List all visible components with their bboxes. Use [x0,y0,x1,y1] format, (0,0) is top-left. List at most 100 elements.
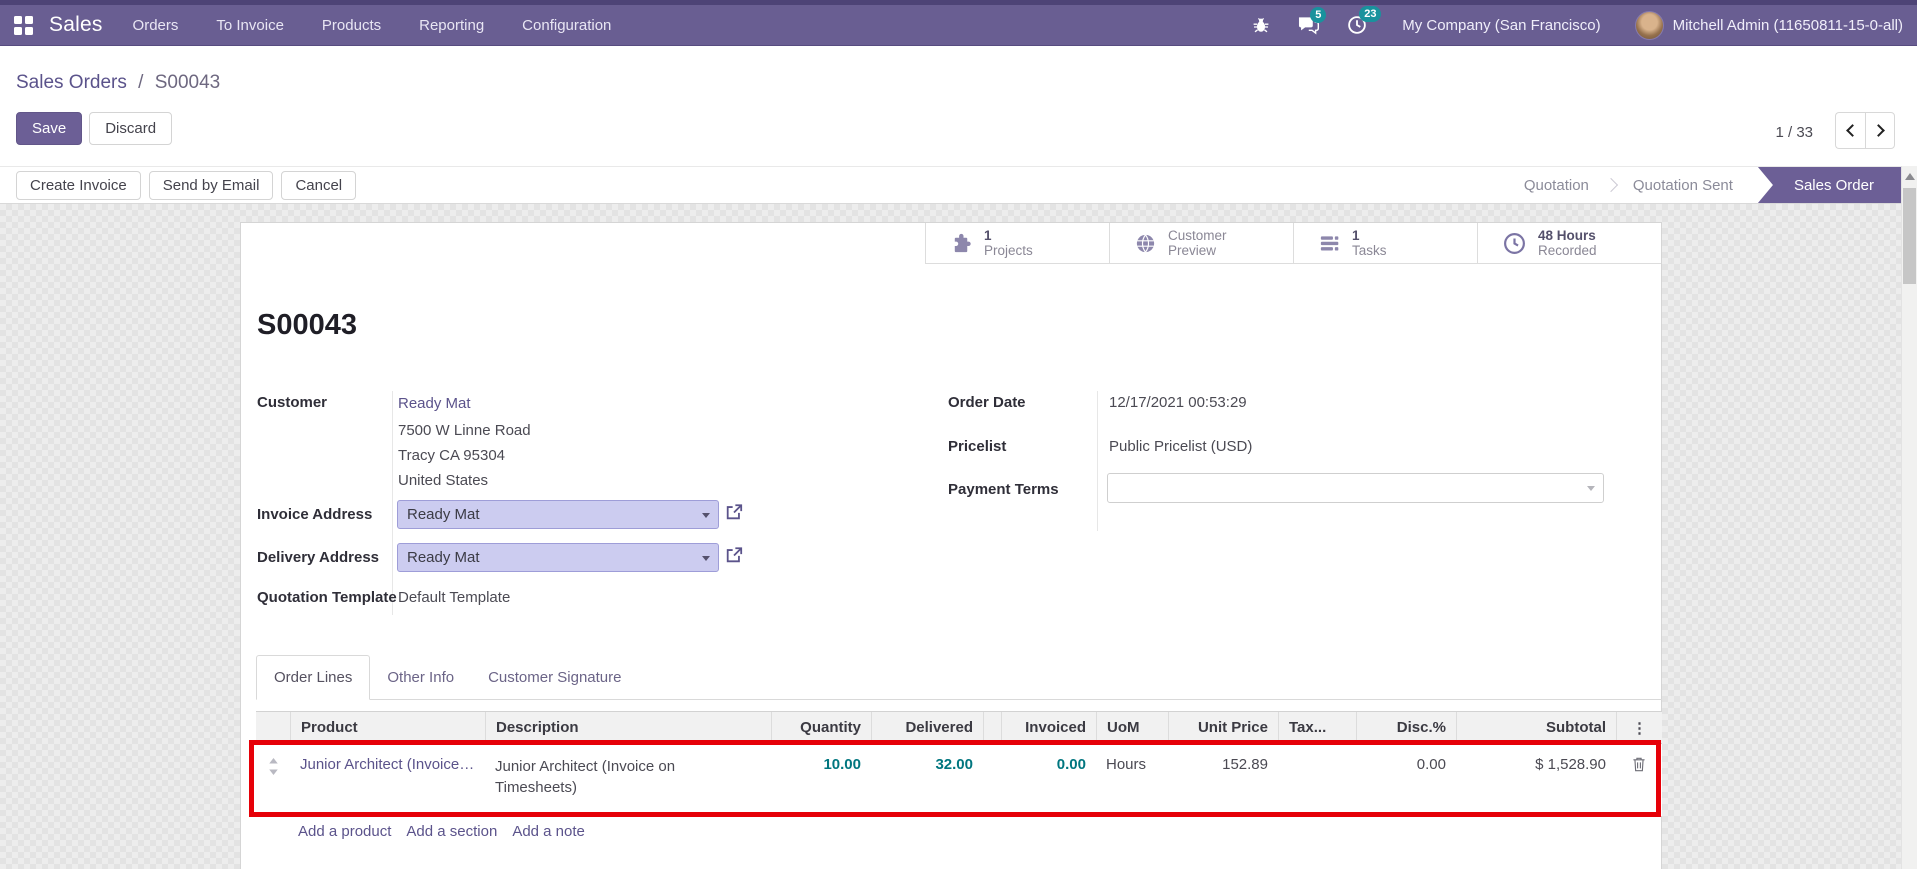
sales-order-page: Sales Orders To Invoice Products Reporti… [0,0,1917,869]
activities-clock-icon[interactable]: 23 [1346,6,1382,36]
delivery-address-select[interactable]: Ready Mat [397,543,719,572]
pager-count: 1 / 33 [1775,124,1813,141]
cell-invoiced[interactable]: 0.00 [1001,744,1096,816]
tab-order-lines[interactable]: Order Lines [256,655,371,700]
stat-button-hours-recorded[interactable]: 48 Hours Recorded [1477,223,1661,263]
breadcrumb-sales-orders[interactable]: Sales Orders [16,72,127,93]
trash-icon [1633,757,1645,772]
cell-uom[interactable]: Hours [1096,744,1168,816]
invoice-address-select[interactable]: Ready Mat [397,500,719,529]
column-description[interactable]: Description [485,712,771,743]
column-subtotal[interactable]: Subtotal [1456,712,1616,743]
user-menu[interactable]: Mitchell Admin (11650811-15-0-all) [1634,10,1903,40]
caret-down-icon [1587,486,1595,491]
stage-sales-order-active[interactable]: Sales Order [1757,167,1901,203]
stat-button-projects[interactable]: 1 Projects [925,223,1109,263]
column-taxes[interactable]: Tax... [1278,712,1356,743]
control-panel: Sales Orders / S00043 Save Discard 1 / 3… [0,46,1917,166]
tab-customer-signature[interactable]: Customer Signature [471,656,638,699]
customer-preview-line2: Preview [1168,243,1217,258]
cell-delivered[interactable]: 32.00 [871,744,983,816]
scrollbar-thumb[interactable] [1903,188,1916,284]
statusbar-row: Create Invoice Send by Email Cancel Quot… [0,166,1901,204]
cell-discount[interactable]: 0.00 [1356,744,1456,816]
scroll-up-arrow-icon[interactable] [1905,173,1915,180]
row-drag-handle[interactable] [256,744,290,816]
caret-down-icon [702,513,710,518]
vertical-scrollbar[interactable] [1901,166,1917,869]
menu-configuration[interactable]: Configuration [522,17,611,34]
menu-reporting[interactable]: Reporting [419,17,484,34]
customer-address-line2: Tracy CA 95304 [398,447,505,464]
pricelist-label: Pricelist [948,438,1007,455]
hours-recorded-value: 48 Hours [1538,227,1596,243]
column-discount[interactable]: Disc.% [1356,712,1456,743]
column-invoiced[interactable]: Invoiced [1001,712,1096,743]
column-quantity[interactable]: Quantity [771,712,871,743]
send-by-email-button[interactable]: Send by Email [148,170,274,200]
add-a-product-link[interactable]: Add a product [298,823,391,840]
tasks-icon [1320,235,1339,250]
stage-separator-icon [1603,177,1618,193]
delivery-address-external-link-icon[interactable] [725,546,743,564]
order-date-value[interactable]: 12/17/2021 00:53:29 [1109,394,1247,411]
column-product[interactable]: Product [290,712,485,743]
delivery-address-label: Delivery Address [257,549,380,566]
company-switcher[interactable]: My Company (San Francisco) [1402,17,1600,34]
cell-product[interactable]: Junior Architect (Invoice on ... [290,744,485,816]
quotation-template-value[interactable]: Default Template [398,589,510,606]
status-pipeline: Quotation Quotation Sent Sales Order [1509,167,1901,203]
apps-menu-icon[interactable] [14,15,33,35]
save-button[interactable]: Save [16,112,83,145]
column-unit-price[interactable]: Unit Price [1168,712,1278,743]
payment-terms-select[interactable] [1107,473,1604,503]
order-lines-header: Product Description Quantity Delivered I… [256,712,1662,744]
top-navbar: Sales Orders To Invoice Products Reporti… [0,0,1917,46]
order-line-row[interactable]: Junior Architect (Invoice on ... Junior … [256,744,1662,816]
cell-spacer [983,744,1001,816]
messages-badge: 5 [1310,7,1327,23]
pager-next-button[interactable] [1865,112,1895,149]
stat-button-customer-preview[interactable]: Customer Preview [1109,223,1293,263]
pager [1835,112,1895,149]
navbar-right: 5 23 My Company (San Francisco) Mitchell… [1225,6,1903,40]
add-a-section-link[interactable]: Add a section [406,823,497,840]
cancel-button[interactable]: Cancel [281,170,357,200]
customer-label: Customer [257,394,328,411]
create-invoice-button[interactable]: Create Invoice [16,170,141,200]
optional-columns-icon[interactable]: ⋮ [1632,719,1647,737]
cell-unit-price[interactable]: 152.89 [1168,744,1278,816]
pricelist-value[interactable]: Public Pricelist (USD) [1109,438,1252,455]
customer-name-link[interactable]: Ready Mat [398,395,471,412]
user-name: Mitchell Admin (11650811-15-0-all) [1672,16,1903,34]
cell-description[interactable]: Junior Architect (Invoice on Timesheets) [495,756,701,798]
breadcrumb: Sales Orders / S00043 [16,72,220,94]
add-a-note-link[interactable]: Add a note [512,823,585,840]
debug-bug-icon[interactable] [1251,15,1271,35]
stage-quotation[interactable]: Quotation [1509,177,1604,194]
order-reference-title: S00043 [257,309,357,341]
stat-button-box: 1 Projects Customer Preview 1 Tasks 48 H… [925,223,1661,264]
app-name[interactable]: Sales [49,13,103,37]
projects-label: Projects [984,243,1033,258]
messages-icon[interactable]: 5 [1297,7,1327,35]
tab-other-info[interactable]: Other Info [370,656,471,699]
invoice-address-external-link-icon[interactable] [725,503,743,521]
column-uom[interactable]: UoM [1096,712,1168,743]
notebook-tabs: Order Lines Other Info Customer Signatur… [256,653,1662,700]
column-delivered[interactable]: Delivered [871,712,983,743]
delete-row-button[interactable] [1632,756,1646,772]
menu-to-invoice[interactable]: To Invoice [216,17,284,34]
stat-button-tasks[interactable]: 1 Tasks [1293,223,1477,263]
pager-previous-button[interactable] [1835,112,1865,149]
tasks-label: Tasks [1352,243,1387,258]
quotation-template-label: Quotation Template [257,589,397,606]
cell-taxes[interactable] [1278,744,1356,816]
cell-quantity[interactable]: 10.00 [771,744,871,816]
menu-products[interactable]: Products [322,17,381,34]
discard-button[interactable]: Discard [89,112,173,145]
globe-icon [1136,234,1155,252]
stage-quotation-sent[interactable]: Quotation Sent [1618,177,1748,194]
clock-icon [1504,232,1525,254]
menu-orders[interactable]: Orders [133,17,179,34]
